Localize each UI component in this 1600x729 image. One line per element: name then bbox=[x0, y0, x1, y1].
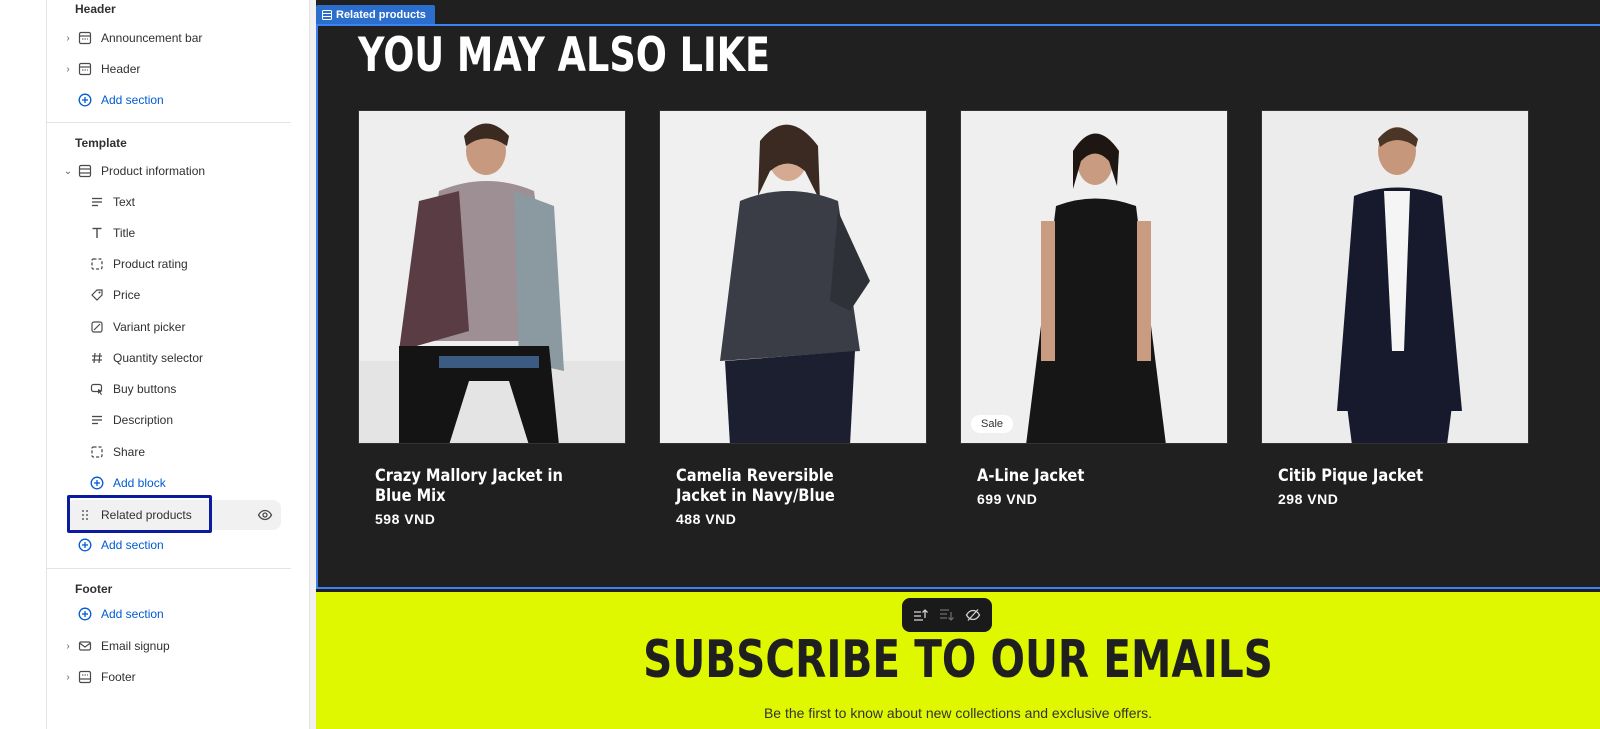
product-name[interactable]: Citib Pique Jacket bbox=[1278, 466, 1484, 486]
dashed-square-icon bbox=[87, 256, 107, 272]
sidebar-item-announcement-bar[interactable]: › Announcement bar bbox=[61, 24, 293, 52]
block-item-label: Text bbox=[113, 195, 136, 209]
add-section-button[interactable]: Add section bbox=[61, 531, 293, 559]
product-image[interactable] bbox=[659, 110, 927, 444]
email-signup-section[interactable]: SUBSCRIBE TO OUR EMAILS Be the first to … bbox=[316, 592, 1600, 729]
sale-badge: Sale bbox=[971, 415, 1014, 433]
plus-circle-icon bbox=[75, 92, 95, 108]
block-item-label: Variant picker bbox=[113, 320, 186, 334]
chevron-right-icon[interactable]: › bbox=[61, 641, 75, 652]
sidebar-item-header[interactable]: › Header bbox=[61, 55, 293, 83]
product-card[interactable]: Crazy Mallory Jacket in Blue Mix 598 VND bbox=[358, 110, 626, 527]
sidebar-item-label: Product information bbox=[101, 164, 206, 178]
section-icon bbox=[75, 61, 95, 77]
block-item-variant-picker[interactable]: Variant picker bbox=[75, 313, 293, 341]
block-item-label: Description bbox=[113, 413, 174, 427]
sidebar-item-product-information[interactable]: ⌄ Product information bbox=[61, 157, 293, 185]
product-name[interactable]: A-Line Jacket bbox=[977, 466, 1183, 486]
add-section-button[interactable]: Add section bbox=[61, 600, 293, 628]
section-icon bbox=[75, 30, 95, 46]
text-lines-icon bbox=[87, 412, 107, 428]
product-card[interactable]: Sale A-Line Jacket 699 VND bbox=[960, 110, 1228, 507]
section-icon bbox=[75, 163, 95, 179]
editor-sidebar: Header › Announcement bar › Header Add s… bbox=[47, 0, 309, 729]
group-title-header: Header bbox=[75, 2, 116, 16]
product-card[interactable]: Citib Pique Jacket 298 VND bbox=[1261, 110, 1529, 507]
dashed-square-icon bbox=[87, 444, 107, 460]
eye-visibility-icon[interactable] bbox=[257, 507, 273, 523]
divider bbox=[47, 568, 291, 569]
chevron-right-icon[interactable]: › bbox=[61, 64, 75, 75]
block-item-label: Share bbox=[113, 445, 146, 459]
block-item-share[interactable]: Share bbox=[75, 438, 293, 466]
product-price: 488 VND bbox=[676, 511, 737, 527]
product-price: 699 VND bbox=[977, 491, 1038, 507]
chevron-down-icon[interactable]: ⌄ bbox=[61, 166, 75, 177]
block-item-label: Price bbox=[113, 288, 141, 302]
plus-circle-icon bbox=[87, 475, 107, 491]
subscribe-heading: SUBSCRIBE TO OUR EMAILS bbox=[643, 630, 1273, 690]
envelope-icon bbox=[75, 638, 95, 654]
price-tag-icon bbox=[87, 287, 107, 303]
add-section-label: Add section bbox=[101, 538, 164, 552]
block-item-text[interactable]: Text bbox=[75, 188, 293, 216]
sidebar-item-label: Header bbox=[101, 62, 141, 76]
product-image[interactable] bbox=[1261, 110, 1529, 444]
sidebar-item-footer[interactable]: › Footer bbox=[61, 663, 293, 691]
add-section-button[interactable]: Add section bbox=[61, 86, 293, 114]
subscribe-text: Be the first to know about new collectio… bbox=[763, 705, 1153, 721]
cursor-button-icon bbox=[87, 381, 107, 397]
group-title-footer: Footer bbox=[75, 582, 113, 596]
product-image[interactable] bbox=[358, 110, 626, 444]
product-image[interactable]: Sale bbox=[960, 110, 1228, 444]
product-price: 298 VND bbox=[1278, 491, 1339, 507]
left-rail bbox=[0, 0, 47, 729]
block-item-title[interactable]: Title bbox=[75, 219, 293, 247]
block-item-quantity-selector[interactable]: Quantity selector bbox=[75, 344, 293, 372]
selection-highlight-box bbox=[67, 495, 212, 533]
move-down-icon[interactable] bbox=[936, 604, 958, 626]
block-item-buy-buttons[interactable]: Buy buttons bbox=[75, 375, 293, 403]
block-item-price[interactable]: Price bbox=[75, 281, 293, 309]
sidebar-scroll-edge bbox=[309, 0, 316, 729]
block-item-label: Buy buttons bbox=[113, 382, 177, 396]
sidebar-item-label: Footer bbox=[101, 670, 136, 684]
variant-icon bbox=[87, 319, 107, 335]
block-item-description[interactable]: Description bbox=[75, 406, 293, 434]
plus-circle-icon bbox=[75, 537, 95, 553]
add-section-label: Add section bbox=[101, 93, 164, 107]
move-up-icon[interactable] bbox=[910, 604, 932, 626]
section-icon bbox=[322, 9, 332, 20]
related-products-section[interactable]: Related products YOU MAY ALSO LIKE Crazy… bbox=[316, 0, 1600, 592]
store-preview: Related products YOU MAY ALSO LIKE Crazy… bbox=[316, 0, 1600, 729]
product-name[interactable]: Camelia Reversible Jacket in Navy/Blue bbox=[676, 466, 882, 506]
chevron-right-icon[interactable]: › bbox=[61, 672, 75, 683]
related-products-heading: YOU MAY ALSO LIKE bbox=[358, 28, 771, 83]
add-block-label: Add block bbox=[113, 476, 166, 490]
section-tag-label: Related products bbox=[336, 8, 426, 21]
block-item-label: Product rating bbox=[113, 257, 188, 271]
block-item-label: Title bbox=[113, 226, 136, 240]
section-floating-toolbar bbox=[902, 598, 992, 632]
section-tag[interactable]: Related products bbox=[316, 5, 435, 24]
plus-circle-icon bbox=[75, 606, 95, 622]
group-title-template: Template bbox=[75, 136, 127, 150]
sidebar-item-label: Announcement bar bbox=[101, 31, 203, 45]
product-price: 598 VND bbox=[375, 511, 436, 527]
sidebar-item-label: Email signup bbox=[101, 639, 170, 653]
product-name[interactable]: Crazy Mallory Jacket in Blue Mix bbox=[375, 466, 581, 506]
eye-hidden-icon[interactable] bbox=[962, 604, 984, 626]
hash-icon bbox=[87, 350, 107, 366]
text-lines-icon bbox=[87, 194, 107, 210]
add-section-label: Add section bbox=[101, 607, 164, 621]
block-item-label: Quantity selector bbox=[113, 351, 204, 365]
product-card[interactable]: Camelia Reversible Jacket in Navy/Blue 4… bbox=[659, 110, 927, 527]
title-t-icon bbox=[87, 225, 107, 241]
block-item-product-rating[interactable]: Product rating bbox=[75, 250, 293, 278]
sidebar-item-email-signup[interactable]: › Email signup bbox=[61, 632, 293, 660]
divider bbox=[47, 122, 291, 123]
section-icon bbox=[75, 669, 95, 685]
add-block-button[interactable]: Add block bbox=[75, 469, 293, 497]
chevron-right-icon[interactable]: › bbox=[61, 33, 75, 44]
